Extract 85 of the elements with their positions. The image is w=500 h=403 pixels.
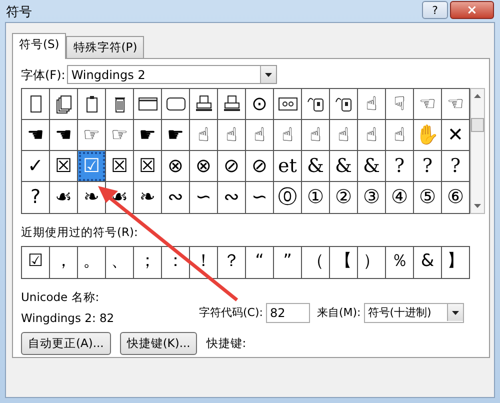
symbol-cell[interactable]: ☚	[22, 120, 50, 152]
recent-symbol-cell[interactable]: 【	[330, 246, 358, 278]
symbol-cell[interactable]: ☛	[162, 120, 190, 152]
symbol-cell[interactable]: ⊙	[246, 89, 274, 120]
recent-symbol-cell[interactable]: ％	[386, 246, 414, 278]
recent-symbol-cell[interactable]: ）	[358, 246, 386, 278]
symbol-cell[interactable]: ☟	[386, 89, 414, 120]
recent-symbol-cell[interactable]: ！	[190, 246, 218, 278]
symbol-cell[interactable]: ☚	[50, 120, 78, 152]
symbol-cell[interactable]: ☝	[274, 120, 302, 152]
char-code-field[interactable]: 82	[266, 302, 310, 323]
dropdown-arrow-icon	[452, 310, 459, 315]
symbol-cell[interactable]: ☝	[246, 120, 274, 152]
symbol-cell[interactable]: ☝	[386, 120, 414, 152]
symbol-cell[interactable]: ☜	[442, 89, 470, 120]
symbol-cell[interactable]: ☝	[358, 120, 386, 152]
symbol-cell[interactable]: et	[274, 151, 302, 182]
symbol-cell[interactable]: ☝	[330, 120, 358, 152]
symbol-cell[interactable]: ☞	[106, 120, 134, 152]
scroll-thumb[interactable]	[471, 118, 484, 132]
symbol-cell[interactable]	[78, 89, 106, 120]
recent-symbol-cell[interactable]: 。	[78, 246, 106, 278]
scroll-down-icon[interactable]	[474, 204, 481, 208]
symbol-cell[interactable]: &	[302, 151, 330, 182]
shortcut-label: 快捷键:	[206, 335, 246, 352]
symbol-cell[interactable]: ☒	[134, 151, 162, 182]
symbol-cell[interactable]	[134, 89, 162, 120]
font-label: 字体(F):	[21, 66, 66, 84]
recent-symbol-cell[interactable]: ？	[218, 246, 246, 278]
symbol-cell[interactable]: ☝	[358, 89, 386, 120]
scrollbar[interactable]	[470, 88, 485, 214]
pages-icon	[54, 94, 74, 114]
symbol-cell[interactable]	[218, 89, 246, 120]
recent-symbol-cell[interactable]: ：	[162, 246, 190, 278]
symbol-cell[interactable]: ☝	[190, 120, 218, 152]
recent-symbols-label: 近期使用过的符号(R):	[21, 224, 139, 242]
unicode-name-value: Wingdings 2: 82	[21, 310, 116, 327]
symbol-cell[interactable]: ✓	[22, 151, 50, 182]
symbol-cell[interactable]	[162, 89, 190, 120]
window-title: 符号	[6, 4, 32, 22]
symbol-cell[interactable]	[330, 89, 358, 120]
recent-symbol-cell[interactable]: ☑	[22, 246, 50, 278]
dialog-button[interactable]: 自动更正(A)...	[21, 332, 111, 356]
symbol-cell[interactable]: ☜	[414, 89, 442, 120]
recent-symbol-cell[interactable]: &	[414, 246, 442, 278]
symbol-cell[interactable]: ☛	[134, 120, 162, 152]
symbol-cell[interactable]: ☒	[50, 151, 78, 182]
symbol-cell[interactable]: ⊗	[162, 151, 190, 182]
tab[interactable]: 符号(S)	[12, 33, 66, 60]
symbol-cell[interactable]: ☞	[78, 120, 106, 152]
symbol-cell[interactable]: ☝	[302, 120, 330, 152]
unicode-name-label: Unicode 名称:	[21, 288, 100, 306]
symbol-cell[interactable]: &	[358, 151, 386, 182]
recent-symbol-cell[interactable]: ，	[50, 246, 78, 278]
dropdown-arrow-icon	[265, 72, 272, 77]
recent-symbol-cell[interactable]: ；	[134, 246, 162, 278]
symbol-cell[interactable]	[302, 89, 330, 120]
recent-symbol-cell[interactable]: ”	[274, 246, 302, 278]
symbol-cell[interactable]: ?	[386, 151, 414, 182]
tab[interactable]: 特殊字符(P)	[66, 36, 144, 58]
char-code-label: 字符代码(C):	[199, 304, 263, 320]
symbol-cell[interactable]: ☝	[218, 120, 246, 152]
recent-symbol-cell[interactable]: （	[302, 246, 330, 278]
symbol-cell[interactable]	[22, 89, 50, 120]
help-button[interactable]: ?	[422, 1, 448, 19]
font-dropdown[interactable]: Wingdings 2	[67, 65, 278, 84]
recent-symbol-cell[interactable]: 】	[442, 246, 470, 278]
symbol-cell[interactable]: ⊘	[246, 151, 274, 182]
symbol-cell[interactable]	[190, 89, 218, 120]
scroll-up-icon[interactable]	[474, 94, 481, 98]
symbol-cell[interactable]: ⊘	[218, 151, 246, 182]
symbol-cell[interactable]: ?	[442, 151, 470, 182]
symbol-cell[interactable]: ⊗	[190, 151, 218, 182]
symbol-cell[interactable]	[106, 89, 134, 120]
symbol-cell[interactable]: &	[330, 151, 358, 182]
symbol-cell[interactable]	[50, 89, 78, 120]
symbol-cell[interactable]	[274, 89, 302, 120]
symbol-cell[interactable]: ☒	[106, 151, 134, 182]
recent-symbol-cell[interactable]: “	[246, 246, 274, 278]
from-dropdown[interactable]: 符号(十进制)	[364, 302, 464, 323]
from-label: 来自(M):	[316, 304, 361, 320]
recent-symbol-cell[interactable]: 、	[106, 246, 134, 278]
symbol-cell[interactable]: ✕	[442, 120, 470, 152]
dialog-button[interactable]: 快捷键(K)...	[120, 332, 198, 356]
symbol-cell[interactable]: ?	[414, 151, 442, 182]
